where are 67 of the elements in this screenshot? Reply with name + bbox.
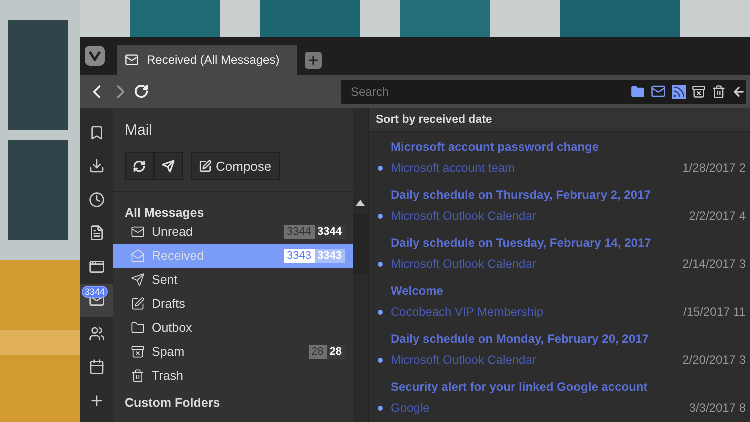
clock-icon bbox=[88, 192, 104, 208]
folder-item[interactable]: Sent bbox=[113, 268, 353, 292]
envelope-icon bbox=[125, 53, 139, 67]
message-sender: Cocobeach VIP Membership bbox=[391, 305, 545, 319]
window-icon bbox=[88, 258, 104, 275]
folder-item[interactable]: Trash bbox=[113, 364, 353, 388]
folder-icon bbox=[131, 321, 145, 335]
unread-badge: 3344 bbox=[82, 286, 108, 298]
message-sender: Microsoft Outlook Calendar bbox=[391, 353, 538, 367]
folder-item[interactable]: Outbox bbox=[113, 316, 353, 340]
rss-icon[interactable] bbox=[672, 84, 686, 98]
calendar-icon bbox=[88, 359, 104, 376]
mail-icon[interactable] bbox=[651, 84, 666, 99]
envelope-icon bbox=[131, 225, 145, 239]
trash-icon[interactable] bbox=[712, 84, 726, 98]
total-count: 3343 bbox=[314, 249, 345, 263]
add-tab-button[interactable] bbox=[305, 52, 322, 68]
scrollbar-thumb[interactable] bbox=[353, 214, 368, 274]
folder-item[interactable]: Unread 3344 3344 bbox=[113, 220, 353, 244]
unread-count: 3343 bbox=[284, 249, 315, 263]
arrow-icon[interactable] bbox=[732, 84, 746, 98]
folder-item[interactable]: Received 3343 3343 bbox=[113, 244, 353, 268]
folder-icon[interactable] bbox=[631, 84, 645, 98]
section-title: Custom Folders bbox=[124, 395, 222, 410]
pencil-icon bbox=[131, 297, 145, 311]
search-bar[interactable]: Search bbox=[341, 80, 746, 104]
logo-icon[interactable] bbox=[85, 46, 105, 66]
message-sender: Microsoft Outlook Calendar bbox=[391, 209, 538, 223]
send-icon bbox=[131, 273, 145, 287]
message-date: 1/28/2017 2 bbox=[682, 161, 747, 175]
message-sender: Microsoft account team bbox=[391, 161, 516, 175]
spam-icon[interactable] bbox=[692, 84, 706, 98]
download-icon bbox=[88, 158, 104, 174]
compose-button[interactable]: Compose bbox=[191, 152, 280, 180]
pencil-icon bbox=[199, 160, 212, 172]
message-sender: Microsoft Outlook Calendar bbox=[391, 257, 538, 271]
message-date: /15/2017 11 bbox=[683, 305, 747, 319]
sort-header[interactable]: Sort by received date bbox=[369, 108, 750, 132]
message-sender: Google bbox=[391, 401, 431, 415]
open-envelope-icon bbox=[131, 249, 145, 263]
section-title: All Messages bbox=[124, 205, 206, 220]
search-field[interactable]: Search bbox=[349, 84, 625, 100]
folder-item[interactable]: Drafts bbox=[113, 292, 353, 316]
plus-icon bbox=[88, 392, 104, 409]
total-count: 28 bbox=[326, 345, 345, 359]
reload-icon[interactable] bbox=[134, 84, 149, 99]
message-date: 2/2/2017 4 bbox=[689, 209, 747, 223]
unread-count: 28 bbox=[308, 345, 327, 359]
tab[interactable]: Received (All Messages) bbox=[117, 45, 297, 75]
spam-icon bbox=[131, 345, 145, 359]
panel-title: Mail bbox=[124, 121, 154, 141]
side-panel-button[interactable]: 3344 bbox=[80, 284, 113, 317]
send-icon bbox=[162, 160, 175, 172]
scroll-up-icon[interactable] bbox=[356, 200, 365, 206]
notes-icon bbox=[88, 225, 104, 242]
folder-item[interactable]: Spam 28 28 bbox=[113, 340, 353, 364]
message-date: 3/3/2017 8 bbox=[689, 401, 747, 415]
contacts-icon bbox=[88, 326, 104, 342]
total-count: 3344 bbox=[314, 225, 345, 239]
trash-icon bbox=[131, 369, 145, 383]
message-date: 2/14/2017 3 bbox=[682, 257, 747, 271]
message-date: 2/20/2017 3 bbox=[682, 353, 747, 367]
bookmark-icon bbox=[88, 124, 104, 141]
check-mail-button[interactable] bbox=[125, 152, 154, 180]
refresh-icon bbox=[133, 160, 146, 172]
unread-count: 3344 bbox=[284, 225, 315, 239]
send-button[interactable] bbox=[154, 152, 183, 180]
